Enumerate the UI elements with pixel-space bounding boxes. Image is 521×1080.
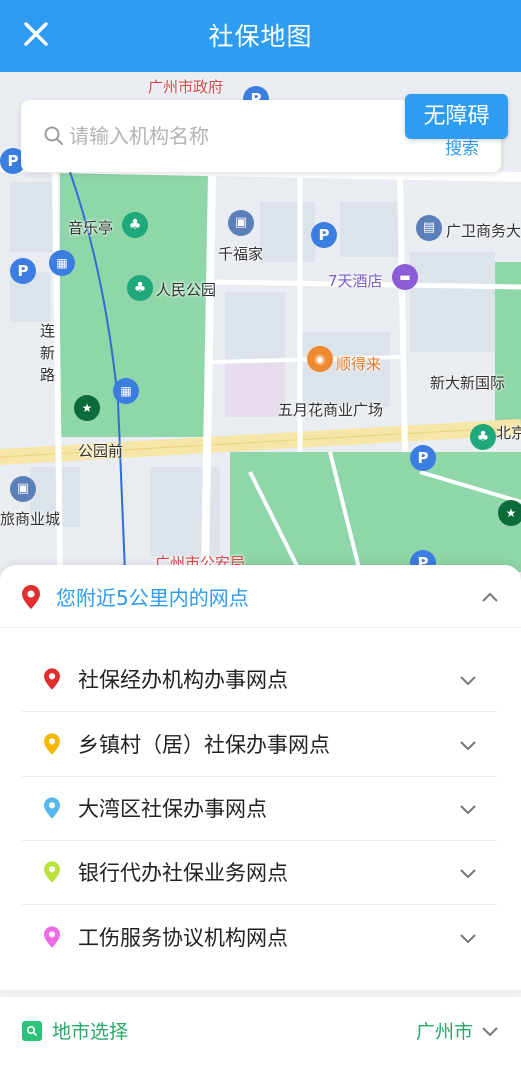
parking-icon[interactable]: P — [410, 445, 436, 471]
map-label-gongyuanqian: 公园前 — [78, 442, 124, 460]
category-label: 银行代办社保业务网点 — [78, 861, 288, 885]
chevron-down-icon[interactable] — [459, 672, 477, 691]
map-label-beijing-road: 北京路步行街旅游区 — [496, 424, 521, 442]
category-label: 工伤服务协议机构网点 — [78, 926, 288, 950]
location-pin-icon — [44, 797, 60, 823]
map-label-wuyuehua: 五月花商业广场 — [278, 401, 384, 419]
chevron-up-icon[interactable] — [481, 588, 499, 607]
starbucks-icon[interactable]: ★ — [498, 500, 521, 526]
chevron-down-icon[interactable] — [459, 737, 477, 756]
category-item[interactable]: 乡镇村（居）社保办事网点 — [22, 712, 497, 777]
chevron-down-icon[interactable] — [459, 801, 477, 820]
office-icon[interactable]: ▤ — [416, 215, 442, 241]
starbucks-icon[interactable]: ★ — [74, 395, 100, 421]
category-item[interactable]: 工伤服务协议机构网点 — [22, 905, 497, 970]
parking-icon[interactable]: P — [311, 222, 337, 248]
category-label: 社保经办机构办事网点 — [78, 668, 288, 692]
map-label-lv-mall: 旅商业城 — [0, 510, 61, 528]
bus-stop-icon[interactable]: ▦ — [113, 378, 139, 404]
park-icon[interactable]: ♣ — [470, 424, 496, 450]
map-label-qianfujia: 千福家 — [218, 245, 264, 263]
page-title: 社保地图 — [208, 22, 313, 51]
nearby-title: 您附近5公里内的网点 — [56, 586, 249, 610]
location-pin-icon — [44, 861, 60, 887]
category-label: 乡镇村（居）社保办事网点 — [78, 733, 330, 757]
nearby-header[interactable]: 您附近5公里内的网点 — [0, 565, 521, 628]
location-pin-icon — [44, 668, 60, 694]
selected-city[interactable]: 广州市 — [416, 1017, 473, 1044]
chevron-down-icon[interactable] — [459, 865, 477, 884]
map-label-peoples-park: 人民公园 — [156, 281, 217, 299]
category-label: 大湾区社保办事网点 — [78, 797, 267, 821]
map-label-seven-days: 7天酒店 — [328, 272, 383, 290]
category-item[interactable]: 大湾区社保办事网点 — [22, 776, 497, 841]
app-header: 社保地图 — [0, 0, 521, 72]
bus-stop-icon[interactable]: ▦ — [49, 250, 75, 276]
city-selector-bar[interactable]: 地市选择 广州市 — [0, 996, 521, 1080]
map-label-lianxin-road: 连新路 — [40, 322, 56, 384]
hotel-icon[interactable]: ▬ — [392, 264, 418, 290]
chevron-down-icon[interactable] — [459, 930, 477, 949]
category-item[interactable]: 银行代办社保业务网点 — [22, 840, 497, 905]
location-pin-icon — [44, 733, 60, 759]
accessibility-button[interactable]: 无障碍 — [405, 94, 508, 139]
search-square-icon — [22, 1021, 42, 1041]
map-label-xindaxin: 新大新国际 — [430, 374, 506, 392]
building-icon[interactable]: ▣ — [10, 476, 36, 502]
chevron-down-icon[interactable] — [481, 1023, 499, 1042]
location-pin-icon — [44, 926, 60, 952]
map-label-city-gov: 广州市政府 — [148, 78, 224, 96]
park-icon[interactable]: ♣ — [127, 275, 153, 301]
outlet-panel: 您附近5公里内的网点 社保经办机构办事网点 乡镇村（居）社保办事网点 大湾区社保… — [0, 565, 521, 990]
category-item[interactable]: 社保经办机构办事网点 — [22, 647, 497, 712]
search-input[interactable] — [69, 118, 399, 154]
restaurant-icon[interactable]: ◉ — [307, 346, 333, 372]
parking-icon[interactable]: P — [10, 258, 36, 284]
building-icon[interactable]: ▣ — [228, 210, 254, 236]
map-label-guangwei: 广卫商务大 — [446, 222, 521, 240]
search-icon — [43, 125, 65, 147]
map-label-music-pavilion: 音乐亭 — [68, 219, 114, 237]
location-pin-icon — [22, 585, 40, 613]
park-icon[interactable]: ♣ — [122, 212, 148, 238]
city-selector-label: 地市选择 — [52, 1021, 129, 1043]
map-label-shundelai: 顺得来 — [336, 355, 382, 373]
